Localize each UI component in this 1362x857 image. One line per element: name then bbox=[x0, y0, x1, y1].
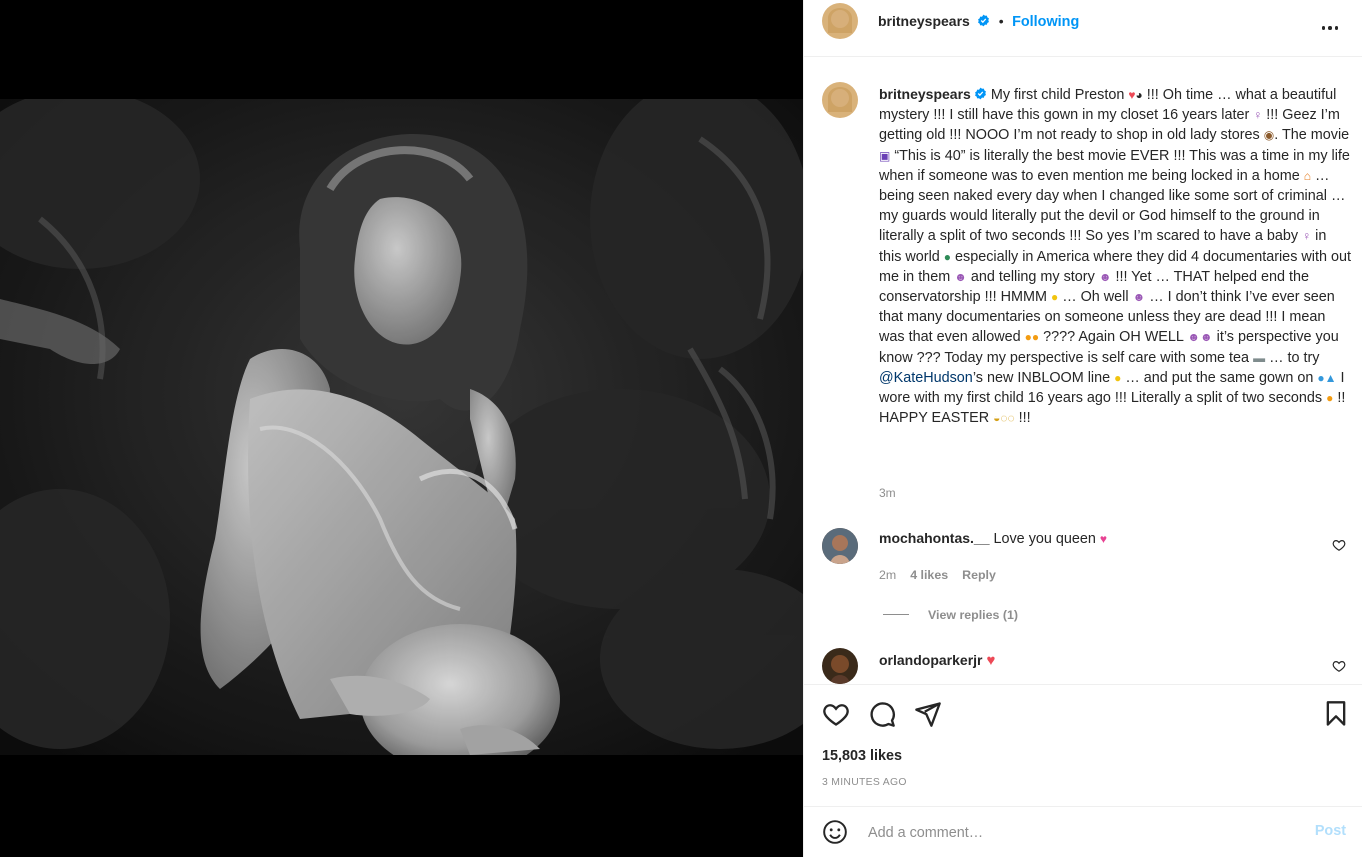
heart-emoji: ♥ bbox=[986, 652, 996, 669]
tea-emoji: ▬ bbox=[1253, 350, 1266, 365]
sparkling-heart-emoji: ♥ bbox=[1099, 532, 1108, 546]
post-timestamp[interactable]: 3 MINUTES AGO bbox=[822, 777, 907, 788]
baby-emoji: ◕ bbox=[1135, 88, 1143, 102]
caption-text: “This is 40” is literally the best movie… bbox=[879, 147, 1350, 184]
globe-emoji: ● bbox=[943, 249, 952, 264]
save-icon[interactable] bbox=[1322, 700, 1350, 728]
caption-text: … to try bbox=[1269, 349, 1320, 366]
woman-gesturing-emoji: ☻ bbox=[1132, 290, 1146, 305]
caption-text: !!! bbox=[1018, 410, 1031, 427]
caption-author-avatar[interactable] bbox=[822, 82, 858, 118]
commenter-avatar[interactable] bbox=[822, 648, 858, 684]
post-media[interactable] bbox=[0, 0, 803, 857]
caption-text: … and put the same gown on bbox=[1125, 369, 1314, 386]
comment-meta: 2m 4 likes Reply bbox=[879, 568, 996, 582]
woman-emoji: ☻ bbox=[1098, 269, 1112, 284]
following-button[interactable]: Following bbox=[1012, 14, 1079, 30]
mention-link[interactable]: @KateHudson bbox=[879, 370, 973, 386]
likes-count[interactable]: 15,803 likes bbox=[822, 748, 902, 764]
relieved-face-emoji: ● bbox=[1114, 370, 1122, 385]
caption-text: . The movie bbox=[1274, 127, 1350, 144]
comment-body: mochahontas.__ Love you queen ♥ bbox=[879, 530, 1107, 547]
author-avatar[interactable] bbox=[822, 3, 858, 39]
verified-badge-icon bbox=[974, 87, 986, 100]
comments-section[interactable]: britneyspears My first child Preston ♥◕ … bbox=[804, 58, 1362, 684]
heart-emoji: ♥ bbox=[1128, 88, 1136, 102]
photo-illustration bbox=[0, 99, 803, 755]
avatar-image bbox=[822, 82, 858, 118]
caption-username[interactable]: britneyspears bbox=[879, 86, 971, 102]
see-no-evil-monkey-emoji: ◉ bbox=[1263, 128, 1275, 143]
woman-emoji: ☻ bbox=[954, 269, 967, 284]
comment-text: Love you queen bbox=[993, 531, 1096, 547]
post-photo[interactable] bbox=[0, 99, 803, 755]
commenter-avatar[interactable] bbox=[822, 528, 858, 564]
share-icon[interactable] bbox=[914, 700, 942, 728]
more-options-icon[interactable] bbox=[1318, 18, 1342, 38]
house-emoji: ⌂ bbox=[1303, 168, 1312, 183]
comment-icon[interactable] bbox=[868, 700, 896, 728]
easter-emoji: ◒◌◌ bbox=[993, 411, 1015, 426]
caption-text: ???? Again OH WELL bbox=[1043, 329, 1184, 346]
pregnant-woman-emoji: ♀ bbox=[1253, 108, 1263, 123]
comment-composer: Post bbox=[804, 806, 1362, 857]
emoji-icon[interactable] bbox=[822, 819, 848, 845]
commenter-username[interactable]: mochahontas.__ bbox=[879, 530, 989, 546]
comment-likes[interactable]: 4 likes bbox=[910, 568, 948, 582]
comment-input[interactable] bbox=[866, 819, 1290, 847]
thinking-face-emoji: ● bbox=[1050, 290, 1059, 305]
sunglasses-dress-emoji: ●▲ bbox=[1317, 370, 1337, 385]
comment-like-heart-icon[interactable] bbox=[1332, 659, 1346, 673]
author-username[interactable]: britneyspears bbox=[878, 13, 970, 29]
flushed-face-emoji: ●● bbox=[1024, 330, 1040, 345]
post-actions: 15,803 likes 3 MINUTES AGO bbox=[804, 684, 1362, 806]
verified-badge-icon bbox=[978, 14, 990, 27]
post-caption: britneyspears My first child Preston ♥◕ … bbox=[879, 84, 1351, 428]
like-icon[interactable] bbox=[822, 700, 850, 728]
header-separator: • bbox=[998, 13, 1004, 29]
caption-text: My first child Preston bbox=[990, 87, 1125, 103]
avatar-image bbox=[822, 648, 858, 684]
flushed-face-emoji: ● bbox=[1326, 391, 1334, 406]
view-replies-button[interactable]: View replies (1) bbox=[928, 608, 1018, 622]
pregnant-woman-emoji: ♀ bbox=[1302, 229, 1312, 244]
comment-time[interactable]: 2m bbox=[879, 568, 896, 582]
caption-time[interactable]: 3m bbox=[879, 486, 896, 500]
movie-camera-emoji: ▣ bbox=[879, 148, 891, 163]
post-comment-button[interactable]: Post bbox=[1315, 823, 1346, 839]
caption-text: … Oh well bbox=[1062, 289, 1129, 306]
avatar-image bbox=[822, 3, 858, 39]
caption-text: ’s new INBLOOM line bbox=[972, 369, 1111, 386]
avatar-image bbox=[822, 528, 858, 564]
replies-divider bbox=[883, 614, 909, 615]
woman-gesturing-emoji: ☻☻ bbox=[1187, 330, 1213, 345]
post-detail-panel: britneyspears • Following britneyspears … bbox=[803, 0, 1362, 857]
post-header: britneyspears • Following bbox=[804, 0, 1362, 57]
commenter-username[interactable]: orlandoparkerjr bbox=[879, 652, 982, 668]
comment-like-heart-icon[interactable] bbox=[1332, 538, 1346, 552]
comment-body: orlandoparkerjr ♥ bbox=[879, 652, 995, 669]
caption-text: and telling my story bbox=[970, 268, 1095, 285]
reply-button[interactable]: Reply bbox=[962, 568, 996, 582]
